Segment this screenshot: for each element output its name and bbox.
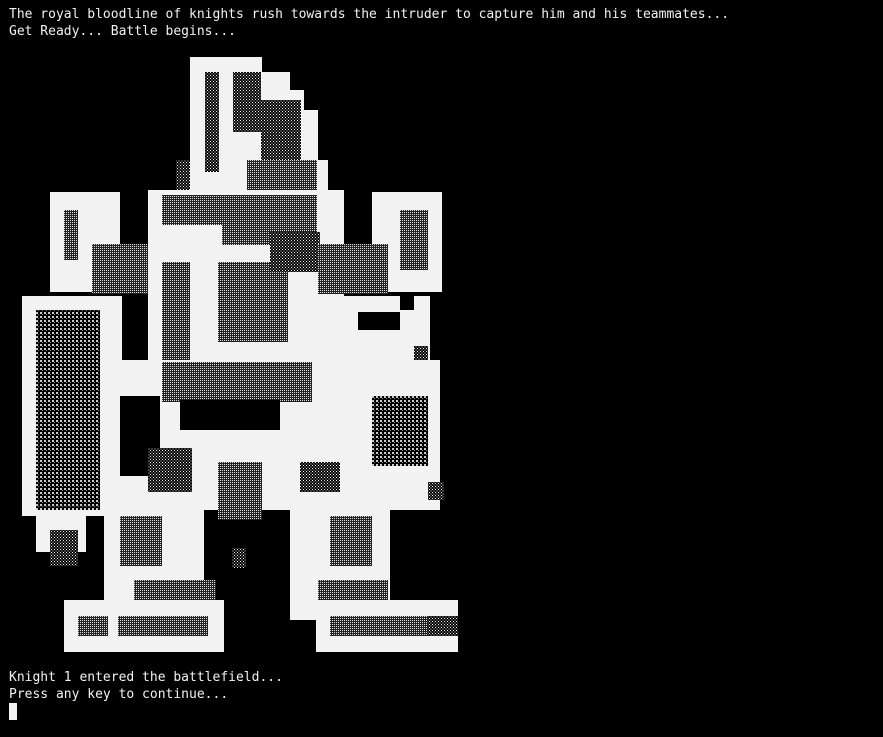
knight-ascii-art-icon <box>22 57 458 652</box>
press-any-key-prompt: Press any key to continue... <box>9 687 229 702</box>
console-window[interactable]: The royal bloodline of knights rush towa… <box>0 0 883 737</box>
knight-entered-line: Knight 1 entered the battlefield... <box>9 670 283 685</box>
text-cursor <box>9 703 17 720</box>
